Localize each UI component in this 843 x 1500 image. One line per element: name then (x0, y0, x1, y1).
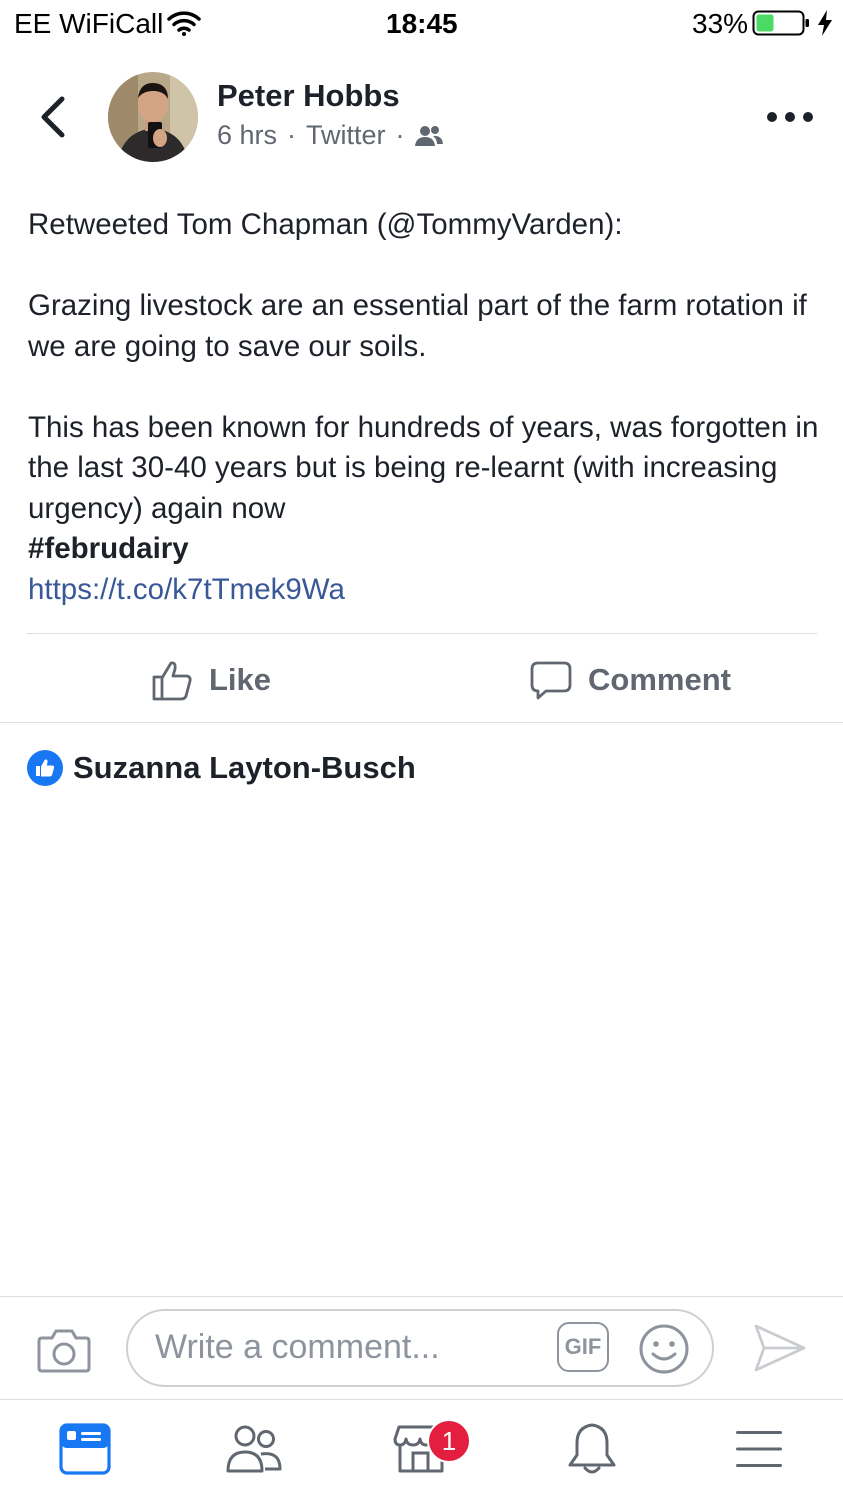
post-url-link[interactable]: https://t.co/k7tTmek9Wa (28, 570, 823, 611)
comment-placeholder: Write a comment... (155, 1328, 440, 1366)
battery-percent: 33% (692, 8, 749, 39)
post-source: Twitter (306, 120, 386, 150)
post-time[interactable]: 6 hrs (217, 120, 277, 151)
thumbs-up-icon (152, 661, 192, 701)
like-label: Like (209, 662, 272, 697)
author-avatar[interactable] (108, 72, 198, 162)
friends-tab-icon[interactable] (225, 1424, 283, 1474)
notifications-bell-icon[interactable] (566, 1421, 618, 1477)
gif-label: GIF (564, 1334, 602, 1359)
back-chevron-icon[interactable] (36, 95, 70, 139)
hashtag-link[interactable]: #februdairy (28, 529, 823, 570)
meta-separator: · (287, 120, 297, 150)
status-bar: EE WiFiCall 18:45 33% (0, 0, 843, 48)
meta-separator: · (395, 120, 405, 150)
liker-name: Suzanna Layton-Busch (73, 750, 416, 785)
post-paragraph-2: This has been known for hundreds of year… (28, 410, 819, 525)
clock: 18:45 (386, 8, 458, 39)
menu-hamburger-icon[interactable] (734, 1428, 784, 1470)
like-reaction-icon (27, 750, 63, 786)
retweet-line: Retweeted Tom Chapman (@TommyVarden): (28, 208, 623, 241)
author-name[interactable]: Peter Hobbs (217, 78, 400, 114)
likes-row[interactable]: Suzanna Layton-Busch (27, 750, 416, 786)
more-options-icon[interactable] (766, 111, 814, 123)
emoji-icon[interactable] (638, 1323, 690, 1375)
marketplace-notification-badge: 1 (427, 1419, 471, 1463)
charging-bolt-icon (818, 10, 832, 36)
comment-label: Comment (588, 662, 731, 697)
comment-bubble-icon (530, 661, 572, 700)
like-button[interactable]: Like (151, 655, 271, 705)
camera-icon[interactable] (36, 1326, 92, 1374)
divider (27, 633, 817, 634)
post-meta: 6 hrs · Twitter · (217, 120, 443, 151)
send-icon[interactable] (752, 1322, 808, 1374)
post-body: Retweeted Tom Chapman (@TommyVarden): Gr… (28, 205, 823, 610)
post-paragraph-1: Grazing livestock are an essential part … (28, 289, 807, 363)
comment-button[interactable]: Comment (530, 655, 731, 705)
battery-icon (752, 10, 809, 36)
divider (0, 722, 843, 723)
carrier-label: EE WiFiCall (14, 8, 164, 39)
wifi-icon (167, 11, 201, 36)
friends-icon (414, 125, 443, 146)
gif-button[interactable]: GIF (557, 1322, 609, 1372)
news-feed-icon[interactable] (59, 1423, 111, 1475)
